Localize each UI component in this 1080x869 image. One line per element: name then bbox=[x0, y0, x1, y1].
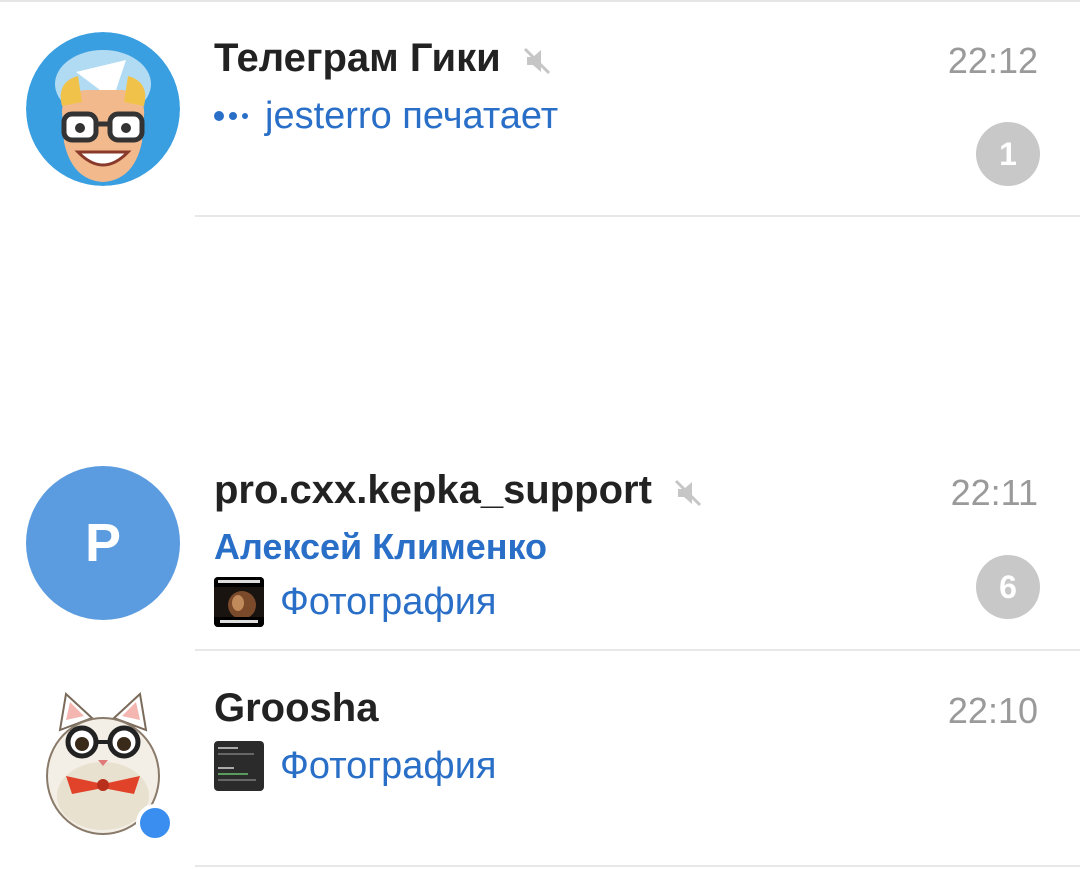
chat-title-text: Телеграм Гики bbox=[214, 35, 501, 80]
muted-icon bbox=[521, 42, 553, 75]
chat-divider bbox=[195, 649, 1080, 651]
chat-title: pro.cxx.kepka_support bbox=[214, 466, 704, 514]
chat-title-text: Groosha bbox=[214, 685, 379, 730]
preview-text: Фотография bbox=[280, 580, 497, 623]
chat-title-text: pro.cxx.kepka_support bbox=[214, 467, 652, 512]
chat-time: 22:12 bbox=[947, 40, 1038, 81]
chat-divider bbox=[195, 215, 1080, 217]
typing-text: jesterro печатает bbox=[265, 94, 559, 137]
chat-preview: jesterro печатает bbox=[214, 94, 558, 138]
online-status-indicator bbox=[136, 804, 174, 842]
chat-time: 22:11 bbox=[950, 472, 1038, 513]
chat-preview: Фотография bbox=[214, 740, 497, 792]
preview-text: Фотография bbox=[280, 744, 497, 787]
chat-title: Телеграм Гики bbox=[214, 34, 553, 82]
top-divider bbox=[0, 0, 1080, 2]
chat-divider bbox=[195, 865, 1080, 867]
geek-cartoon-avatar-icon bbox=[26, 32, 180, 186]
muted-icon bbox=[672, 474, 704, 507]
letter-avatar: P bbox=[26, 466, 180, 620]
unread-badge: 6 bbox=[976, 555, 1040, 619]
photo-thumbnail-icon bbox=[214, 741, 264, 791]
unread-badge: 1 bbox=[976, 122, 1040, 186]
chat-preview: Фотография bbox=[214, 576, 497, 628]
typing-indicator-icon bbox=[214, 111, 253, 121]
chat-time: 22:10 bbox=[947, 690, 1038, 731]
avatar-letter: P bbox=[84, 513, 122, 573]
message-sender: Алексей Клименко bbox=[214, 526, 548, 567]
photo-thumbnail-icon bbox=[214, 577, 264, 627]
chat-title: Groosha bbox=[214, 684, 378, 732]
